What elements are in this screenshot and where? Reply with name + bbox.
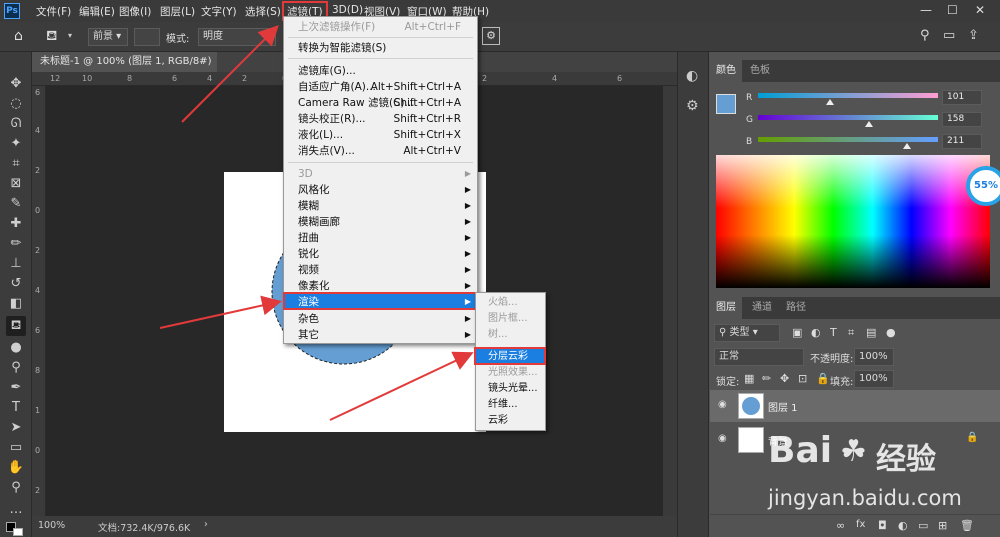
arrow-to-filter-menu <box>181 25 279 123</box>
baidu-brand: Bai <box>768 430 833 471</box>
baidu-url: jingyan.baidu.com <box>768 486 962 510</box>
baidu-paw-icon: ☘ <box>840 434 867 469</box>
baidu-watermark: Bai ☘ 经验 jingyan.baidu.com <box>748 428 998 523</box>
arrow-to-render-item <box>159 295 282 329</box>
arrow-to-difference-clouds <box>329 351 474 421</box>
baidu-brand-suffix: 经验 <box>876 442 936 477</box>
